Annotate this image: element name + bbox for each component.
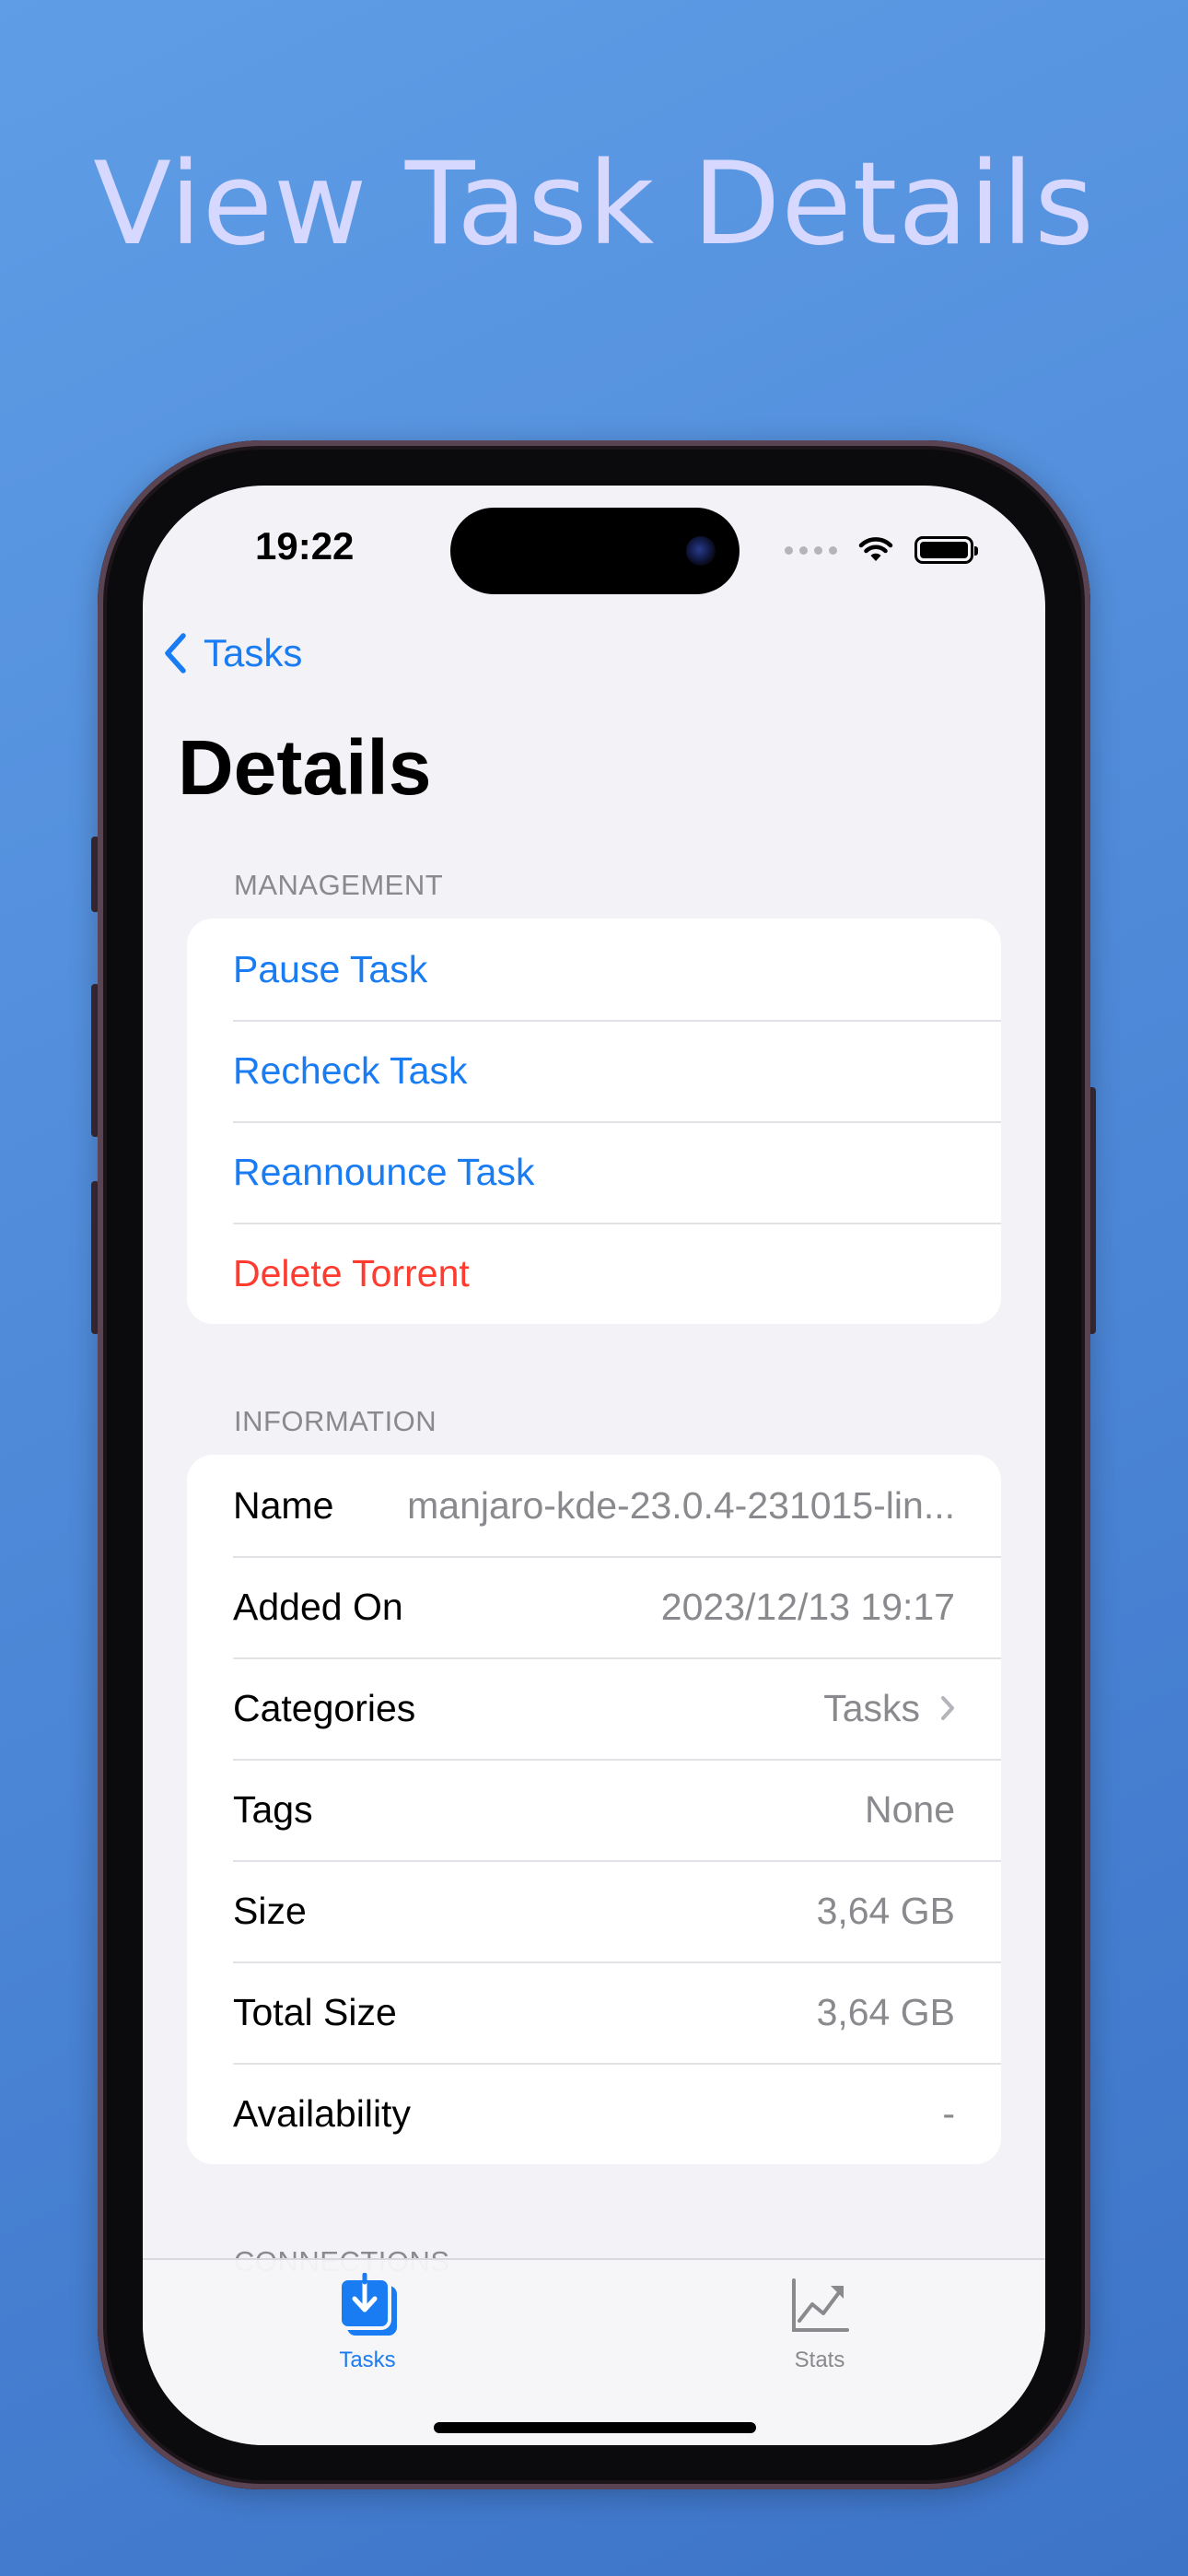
info-row-name: Name manjaro-kde-23.0.4-231015-lin... [187,1455,1001,1556]
info-label: Availability [233,2091,411,2135]
info-label: Name [233,1483,334,1527]
info-row-total-size: Total Size 3,64 GB [187,1961,1001,2063]
info-row-size: Size 3,64 GB [187,1860,1001,1961]
reannounce-task-label: Reannounce Task [233,1150,535,1193]
wifi-icon [858,537,893,561]
status-time: 19:22 [255,524,355,568]
info-row-tags: Tags None [187,1759,1001,1860]
management-group: Pause Task Recheck Task Reannounce Task … [187,919,1001,1324]
info-value: - [942,2091,955,2135]
chevron-left-icon [165,633,186,673]
info-label: Tags [233,1787,313,1831]
stats-chart-icon [792,2278,849,2332]
pause-task-label: Pause Task [233,947,428,990]
cellular-signal-icon [785,545,837,555]
information-section-header: INFORMATION [234,1405,437,1437]
info-label: Size [233,1889,307,1932]
info-value: 3,64 GB [816,1889,955,1932]
marketing-headline: View Task Details [93,138,1095,271]
information-group: Name manjaro-kde-23.0.4-231015-lin... Ad… [187,1455,1001,2164]
recheck-task-button[interactable]: Recheck Task [187,1020,1001,1121]
info-value: None [864,1787,955,1831]
info-value: 2023/12/13 19:17 [660,1585,955,1628]
info-row-categories[interactable]: Categories Tasks [187,1657,1001,1759]
tab-bar: Tasks Stats [143,2258,1045,2445]
tab-tasks-label: Tasks [339,2348,396,2372]
info-label: Categories [233,1686,416,1729]
tab-stats[interactable]: Stats [728,2273,912,2373]
back-button-label: Tasks [204,631,303,674]
tab-stats-label: Stats [794,2348,845,2372]
back-button[interactable]: Tasks [163,631,302,675]
recheck-task-label: Recheck Task [233,1048,468,1092]
info-label: Total Size [233,1990,397,2033]
battery-icon [914,536,978,564]
info-label: Added On [233,1585,403,1628]
page-title: Details [178,724,432,811]
delete-torrent-button[interactable]: Delete Torrent [187,1223,1001,1324]
tasks-download-icon [338,2272,397,2336]
info-value: manjaro-kde-23.0.4-231015-lin... [407,1483,955,1527]
dynamic-island [450,508,740,594]
info-row-availability: Availability - [187,2063,1001,2164]
delete-torrent-label: Delete Torrent [233,1251,470,1294]
reannounce-task-button[interactable]: Reannounce Task [187,1121,1001,1223]
front-camera [686,536,716,566]
info-value: Tasks [823,1686,920,1729]
status-indicators [785,533,978,567]
pause-task-button[interactable]: Pause Task [187,919,1001,1020]
tab-tasks[interactable]: Tasks [275,2272,460,2373]
management-section-header: MANAGEMENT [234,869,444,901]
chevron-right-icon [940,1695,955,1721]
phone-screen: 19:22 Tasks Details MANAGEMENT Pause Tas… [143,486,1045,2445]
info-row-added-on: Added On 2023/12/13 19:17 [187,1556,1001,1657]
home-indicator [434,2422,756,2433]
info-value: 3,64 GB [816,1990,955,2033]
